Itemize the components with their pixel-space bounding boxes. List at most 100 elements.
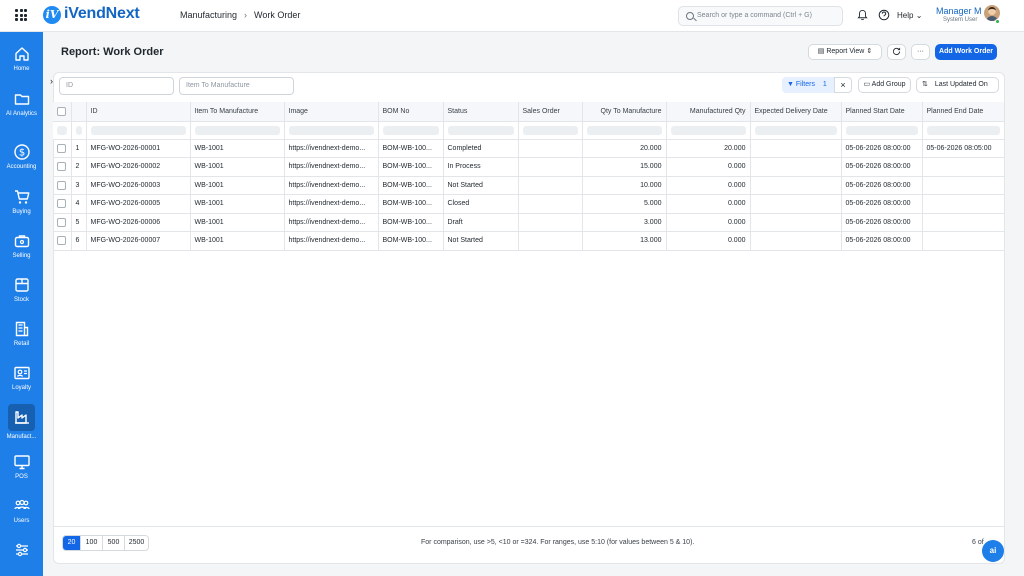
sort-button[interactable]: ⇅ Last Updated On [916,77,999,93]
sidebar-item-settings[interactable] [0,541,43,559]
column-filter-input[interactable] [284,121,379,140]
column-header[interactable]: BOM No [378,102,444,122]
column-header[interactable]: Manufactured Qty [666,102,751,122]
column-header[interactable]: Sales Order [518,102,583,122]
column-header[interactable]: Image [284,102,379,122]
column-header[interactable]: Planned Start Date [841,102,923,122]
logo-icon[interactable]: iV [43,6,61,24]
table-cell-item: WB-1001 [190,231,285,251]
briefcase-icon [14,235,29,248]
column-filter-input[interactable] [750,121,842,140]
add-group-button[interactable]: ▭ Add Group [858,77,911,93]
table-cell-so [518,231,583,251]
row-checkbox[interactable] [53,231,72,251]
row-checkbox[interactable] [53,213,72,232]
table-cell-id[interactable]: MFG-WO-2026-00003 [86,176,191,195]
table-cell-image: https://ivendnext-demo... [284,194,379,214]
page-size-option[interactable]: 20 [63,536,81,550]
table-cell-id[interactable]: MFG-WO-2026-00001 [86,139,191,158]
table-cell-status: Not Started [443,176,519,195]
row-checkbox[interactable] [53,176,72,195]
sidebar-item-pos[interactable]: POS [0,453,43,481]
table-cell-mqty: 0.000 [666,213,751,232]
row-checkbox[interactable] [53,157,72,177]
column-header[interactable]: Planned End Date [922,102,1005,122]
chat-icon[interactable] [878,9,890,21]
table-cell-id[interactable]: MFG-WO-2026-00006 [86,213,191,232]
help-menu[interactable]: Help ⌄ [897,11,922,20]
page-size-option[interactable]: 500 [103,536,125,550]
table-cell-id[interactable]: MFG-WO-2026-00007 [86,231,191,251]
id-filter-input[interactable]: ID [59,77,174,95]
table-cell-id[interactable]: MFG-WO-2026-00005 [86,194,191,214]
sidebar-item-home[interactable]: Home [0,45,43,73]
column-header[interactable]: ID [86,102,191,122]
column-header[interactable]: Status [443,102,519,122]
report-view-button[interactable]: ▤ Report View ⇕ [808,44,882,60]
select-all-checkbox[interactable] [53,102,72,122]
row-checkbox[interactable] [53,194,72,214]
sidebar-item-ai-analytics[interactable]: AI Analytics [0,90,43,118]
row-checkbox[interactable] [53,139,72,158]
column-filter-input[interactable] [378,121,444,140]
sidebar-item-manufacturing[interactable]: Manufact... [0,404,43,441]
table-row[interactable]: 2 MFG-WO-2026-00002 WB-1001 https://ivendne… [53,157,1005,177]
add-work-order-button[interactable]: Add Work Order [935,44,997,60]
table-cell-qty: 3.000 [582,213,667,232]
column-filter-input[interactable] [86,121,191,140]
table-cell-ped [922,176,1005,195]
sidebar-item-retail[interactable]: Retail [0,320,43,348]
refresh-icon [892,47,901,55]
sidebar-item-stock[interactable]: Stock [0,276,43,304]
app-grid-icon[interactable] [15,9,27,21]
table-row[interactable]: 5 MFG-WO-2026-00006 WB-1001 https://ivendne… [53,213,1005,232]
filters-button[interactable]: ▼ Filters 1 [782,77,834,93]
table-cell-psd: 05-06-2026 08:00:00 [841,231,923,251]
page-size-option[interactable]: 100 [81,536,103,550]
ai-assistant-button[interactable]: ai [982,540,1004,562]
sidebar-item-buying[interactable]: Buying [0,188,43,216]
row-number: 5 [71,213,87,232]
sidebar-toggle-icon[interactable]: › [50,76,53,86]
more-options-button[interactable]: ··· [911,44,930,60]
table-cell-image: https://ivendnext-demo... [284,231,379,251]
column-header[interactable]: Item To Manufacture [190,102,285,122]
column-header[interactable]: Qty To Manufacture [582,102,667,122]
page-size-option[interactable]: 2500 [125,536,148,550]
column-filter-cell [53,121,72,140]
table-row[interactable]: 3 MFG-WO-2026-00003 WB-1001 https://ivendne… [53,176,1005,195]
table-row[interactable]: 6 MFG-WO-2026-00007 WB-1001 https://ivendne… [53,231,1005,251]
column-filter-input[interactable] [443,121,519,140]
column-filter-input[interactable] [518,121,583,140]
column-filter-cell [71,121,87,140]
item-filter-input[interactable]: Item To Manufacture [179,77,294,95]
sidebar-item-accounting[interactable]: $ Accounting [0,143,43,171]
table-row[interactable]: 1 MFG-WO-2026-00001 WB-1001 https://ivendne… [53,139,1005,158]
sidebar-item-loyalty[interactable]: Loyalty [0,364,43,392]
sidebar-item-users[interactable]: Users [0,497,43,525]
table-cell-item: WB-1001 [190,157,285,177]
column-filter-input[interactable] [841,121,923,140]
column-header[interactable]: Expected Delivery Date [750,102,842,122]
table-cell-edd [750,213,842,232]
search-input[interactable]: Search or type a command (Ctrl + G) [678,6,843,26]
column-filter-input[interactable] [922,121,1005,140]
table-cell-mqty: 0.000 [666,157,751,177]
sidebar-item-selling[interactable]: Selling [0,232,43,260]
table-cell-id[interactable]: MFG-WO-2026-00002 [86,157,191,177]
close-icon: × [840,80,846,90]
column-filter-input[interactable] [190,121,285,140]
user-name[interactable]: Manager M [936,6,982,16]
bell-icon[interactable] [857,9,868,21]
breadcrumb-parent[interactable]: Manufacturing [180,10,237,20]
table-cell-ped: 05-06-2026 08:05:00 [922,139,1005,158]
breadcrumb-current[interactable]: Work Order [254,10,300,20]
column-filter-input[interactable] [582,121,667,140]
app-name[interactable]: iVendNext [64,5,140,23]
table-cell-ped [922,194,1005,214]
clear-filters-button[interactable]: × [834,77,852,93]
column-filter-input[interactable] [666,121,751,140]
refresh-button[interactable] [887,44,906,60]
table-row[interactable]: 4 MFG-WO-2026-00005 WB-1001 https://ivendne… [53,194,1005,214]
id-card-icon [13,366,30,380]
